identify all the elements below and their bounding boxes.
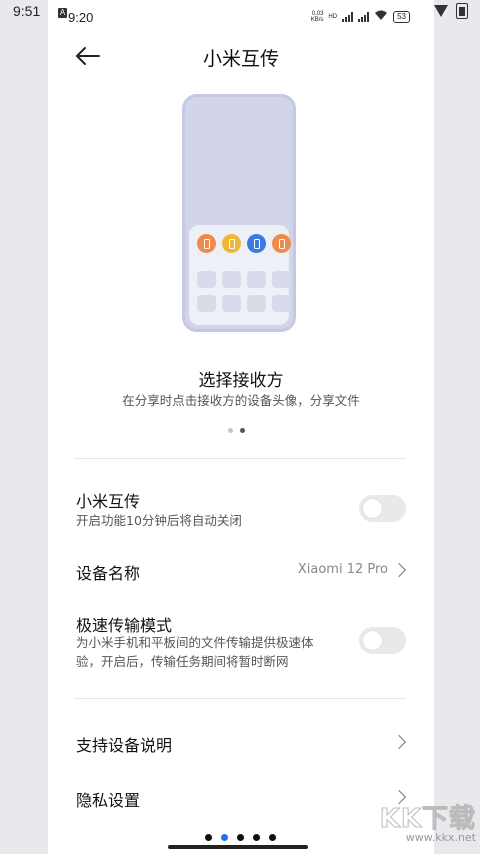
transfer-title: 小米互传 xyxy=(76,492,141,511)
carousel-dot[interactable] xyxy=(240,428,245,433)
battery-level: 53 xyxy=(393,11,410,23)
wifi-icon xyxy=(374,10,388,24)
device-avatar-icon xyxy=(197,234,216,253)
carousel-dot[interactable] xyxy=(228,428,233,433)
hd-badge: HD xyxy=(328,14,338,20)
status-clock: 9:20 xyxy=(68,10,94,25)
device-avatars xyxy=(197,234,291,253)
page-title: 小米互传 xyxy=(202,48,279,70)
app-placeholder xyxy=(272,295,291,312)
app-placeholder xyxy=(247,295,266,312)
device-avatar-icon xyxy=(247,234,266,253)
transfer-desc: 开启功能10分钟后将自动关闭 xyxy=(76,513,242,528)
device-name-value[interactable]: Xiaomi 12 Pro xyxy=(298,562,388,577)
fast-mode-desc: 为小米手机和平板间的文件传输提供极速体验，开启后，传输任务期间将暂时断网 xyxy=(76,635,314,669)
divider xyxy=(74,458,406,459)
fast-mode-toggle[interactable] xyxy=(359,627,406,654)
launcher-page-dot xyxy=(237,834,244,841)
notification-a-icon: A xyxy=(58,8,67,18)
device-avatar-icon xyxy=(222,234,241,253)
outer-status-icons xyxy=(434,3,468,19)
signal-icon xyxy=(434,5,448,17)
status-bar: A 9:20 0.03 KB/s HD 53 xyxy=(48,0,434,28)
network-speed: 0.03 KB/s xyxy=(311,11,324,23)
app-placeholder xyxy=(197,295,216,312)
transfer-toggle[interactable] xyxy=(359,495,406,522)
app-screen: A 9:20 0.03 KB/s HD 53 小米互传 选择接收方 在分享时点击… xyxy=(48,0,434,854)
battery-icon xyxy=(456,3,468,19)
device-name-title[interactable]: 设备名称 xyxy=(76,560,140,584)
device-avatar-icon xyxy=(272,234,291,253)
phone-illustration xyxy=(182,94,296,332)
launcher-page-dot xyxy=(205,834,212,841)
app-placeholder xyxy=(222,271,241,288)
toggle-knob xyxy=(363,499,382,518)
watermark-logo: KK下载 xyxy=(379,804,476,835)
supported-devices-item[interactable]: 支持设备说明 xyxy=(76,732,172,756)
launcher-page-dot xyxy=(253,834,260,841)
hero-title: 选择接收方 xyxy=(198,371,284,391)
app-grid xyxy=(197,271,291,312)
launcher-page-dot xyxy=(221,834,228,841)
hero-subtitle: 在分享时点击接收方的设备头像，分享文件 xyxy=(122,393,360,408)
outer-clock: 9:51 xyxy=(13,3,41,19)
carousel-indicator[interactable] xyxy=(228,428,245,433)
toggle-knob xyxy=(363,631,382,650)
watermark: KK下载 www.kkx.net xyxy=(379,798,476,845)
app-placeholder xyxy=(272,271,291,288)
app-placeholder xyxy=(247,271,266,288)
network-speed-unit: KB/s xyxy=(310,17,324,23)
chevron-right-icon[interactable] xyxy=(391,562,407,578)
share-tray xyxy=(189,225,291,325)
cellular-signal-2-icon xyxy=(358,12,370,22)
divider xyxy=(74,698,406,699)
cellular-signal-icon xyxy=(342,12,354,22)
app-placeholder xyxy=(197,271,216,288)
privacy-settings-item[interactable]: 隐私设置 xyxy=(76,787,140,811)
chevron-right-icon[interactable] xyxy=(391,734,407,750)
gesture-bar[interactable] xyxy=(168,845,308,849)
launcher-page-indicator xyxy=(205,834,276,841)
app-placeholder xyxy=(222,295,241,312)
launcher-page-dot xyxy=(269,834,276,841)
status-icons: 0.03 KB/s HD 53 xyxy=(311,10,410,24)
